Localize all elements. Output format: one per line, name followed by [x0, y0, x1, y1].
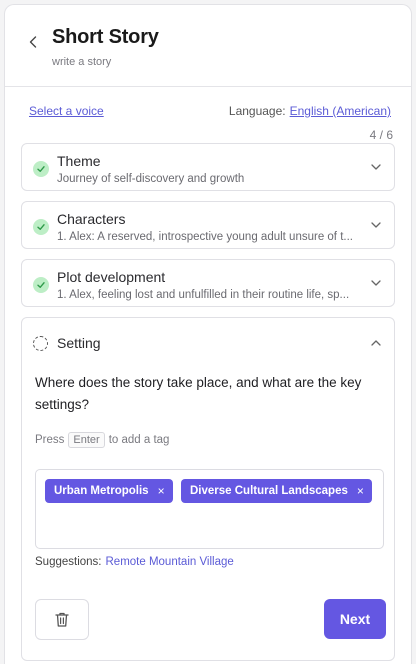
- header: Short Story write a story: [5, 5, 411, 87]
- tag-label: Urban Metropolis: [54, 485, 149, 497]
- dashed-circle-icon: [33, 336, 48, 351]
- trash-icon: [55, 612, 69, 627]
- page-title: Short Story: [52, 26, 159, 48]
- check-circle-icon: [33, 219, 49, 235]
- step-title: Setting: [57, 335, 101, 351]
- delete-button[interactable]: [35, 599, 89, 640]
- setting-question: Where does the story take place, and wha…: [35, 375, 362, 412]
- tag-input[interactable]: Urban Metropolis × Diverse Cultural Land…: [35, 469, 384, 549]
- step-title: Theme: [57, 153, 101, 169]
- hint-rest: to add a tag: [108, 434, 170, 446]
- chevron-down-icon: [370, 161, 382, 173]
- story-panel: Short Story write a story Select a voice…: [4, 4, 412, 664]
- next-button[interactable]: Next: [324, 599, 386, 639]
- step-title: Plot development: [57, 269, 166, 285]
- enter-key-badge: Enter: [68, 432, 105, 448]
- chevron-left-icon: [29, 36, 37, 48]
- tag-chip: Diverse Cultural Landscapes ×: [181, 479, 372, 503]
- remove-tag-icon[interactable]: ×: [158, 484, 165, 498]
- tag-label: Diverse Cultural Landscapes: [190, 485, 348, 497]
- step-theme[interactable]: Theme Journey of self-discovery and grow…: [21, 143, 395, 191]
- chevron-down-icon: [370, 277, 382, 289]
- step-title: Characters: [57, 211, 126, 227]
- suggestion-item[interactable]: Remote Mountain Village: [106, 556, 234, 568]
- step-characters[interactable]: Characters 1. Alex: A reserved, introspe…: [21, 201, 395, 249]
- language-label: Language:: [228, 104, 286, 118]
- tag-hint: Press Enter to add a tag: [35, 432, 169, 448]
- check-circle-icon: [33, 161, 49, 177]
- language-link[interactable]: English (American): [290, 104, 391, 118]
- suggestions: Suggestions: Remote Mountain Village: [35, 556, 234, 568]
- collapse-button[interactable]: [370, 337, 382, 349]
- select-voice-link[interactable]: Select a voice: [29, 104, 104, 118]
- language-selector: Language: English (American): [229, 104, 391, 118]
- suggestions-label: Suggestions:: [35, 556, 102, 568]
- remove-tag-icon[interactable]: ×: [357, 484, 364, 498]
- voice-row: Select a voice Language: English (America…: [29, 104, 391, 120]
- tag-chip: Urban Metropolis ×: [45, 479, 173, 503]
- chevron-down-icon: [370, 219, 382, 231]
- hint-press: Press: [35, 434, 65, 446]
- page-subtitle: write a story: [52, 56, 112, 68]
- step-plot-development[interactable]: Plot development 1. Alex, feeling lost a…: [21, 259, 395, 307]
- step-description: 1. Alex, feeling lost and unfulfilled in…: [57, 289, 350, 301]
- check-circle-icon: [33, 277, 49, 293]
- back-button[interactable]: [25, 30, 41, 54]
- step-description: Journey of self-discovery and growth: [57, 173, 245, 185]
- step-setting: Setting Where does the story take place,…: [21, 317, 395, 661]
- step-description: 1. Alex: A reserved, introspective young…: [57, 231, 353, 243]
- step-progress: 4 / 6: [369, 128, 393, 142]
- chevron-up-icon: [371, 340, 381, 346]
